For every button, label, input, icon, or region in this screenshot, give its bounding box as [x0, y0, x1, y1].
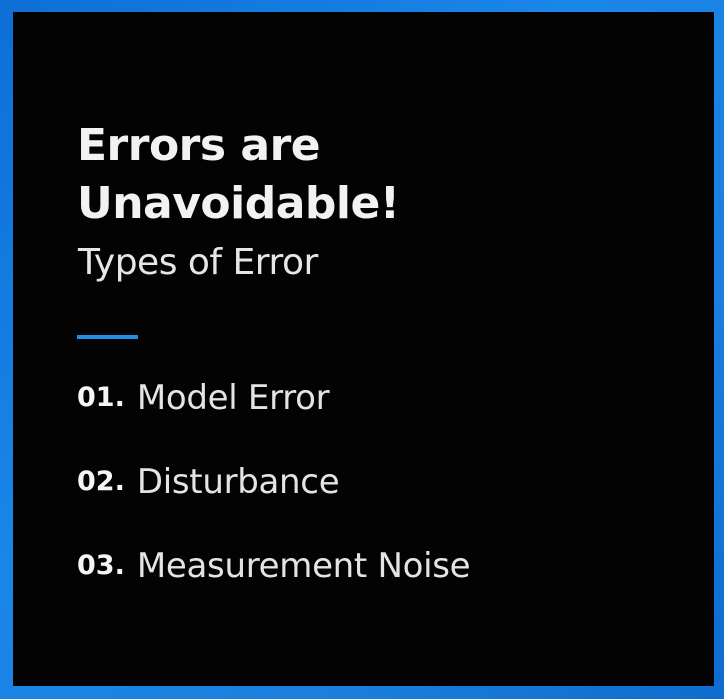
accent-divider	[77, 335, 138, 339]
slide-panel: Errors are Unavoidable! Types of Error 0…	[13, 12, 714, 686]
item-number: 01.	[77, 382, 125, 413]
item-label: Measurement Noise	[136, 546, 471, 586]
list-item: 02. Disturbance	[77, 462, 470, 546]
title-line-1: Errors are	[77, 120, 321, 171]
error-types-list: 01. Model Error 02. Disturbance 03. Meas…	[77, 378, 471, 630]
item-number: 03.	[77, 550, 125, 581]
slide-title: Errors are Unavoidable!	[77, 117, 400, 233]
item-number: 02.	[77, 466, 125, 497]
item-label: Disturbance	[136, 462, 340, 502]
item-label: Model Error	[136, 378, 330, 418]
slide-subtitle: Types of Error	[78, 242, 318, 283]
list-item: 03. Measurement Noise	[77, 546, 471, 630]
title-line-2: Unavoidable!	[77, 178, 400, 229]
list-item: 01. Model Error	[77, 378, 470, 462]
slide-border: Errors are Unavoidable! Types of Error 0…	[0, 0, 724, 699]
